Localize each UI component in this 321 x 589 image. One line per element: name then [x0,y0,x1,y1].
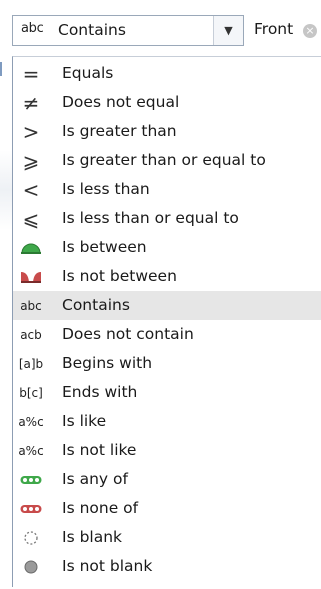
not-between-icon [13,262,49,291]
ends-with-icon: b[c] [19,385,43,400]
operator-label: Is not blank [62,557,153,575]
greater-equal-icon: ⩾ [22,148,40,173]
operator-item[interactable]: b[c] Ends with [13,378,321,407]
operator-label: Is not between [62,267,177,285]
operator-dropdown-list[interactable]: = Equals ≠ Does not equal > Is greater than ⩾ I… [12,56,321,587]
equals-icon: = [22,61,40,86]
begins-with-icon: [a]b [18,356,44,371]
less-equal-icon: ⩽ [22,206,40,231]
dropdown-arrow-button[interactable]: ▼ [213,16,243,45]
operator-label: Does not equal [62,93,180,111]
operator-label: Is any of [62,470,128,488]
clear-icon[interactable]: × [303,24,317,38]
condition-combobox[interactable]: abc Contains ▼ [12,15,244,46]
operator-label: Is blank [62,528,123,546]
less-than-icon: < [22,177,40,202]
condition-value: Contains [58,21,126,39]
background-panel-edge [0,150,12,230]
operator-item[interactable]: acb Does not contain [13,320,321,349]
is-not-blank-icon [13,552,49,581]
operator-item[interactable]: Is none of [13,494,321,523]
operator-item[interactable]: [a]b Begins with [13,349,321,378]
operator-label: Is between [62,238,147,256]
not-equal-icon: ≠ [22,90,40,115]
is-none-of-icon [13,494,49,523]
contains-icon: abc [20,298,42,313]
operator-label: Does not contain [62,325,194,343]
operator-item[interactable]: a%c Is not like [13,436,321,465]
operator-item[interactable]: < Is less than [13,175,321,204]
operator-label: Is not like [62,441,137,459]
operator-item[interactable]: Is not between [13,262,321,291]
operator-item[interactable]: = Equals [13,59,321,88]
operator-label: Ends with [62,383,138,401]
operator-item[interactable]: > Is greater than [13,117,321,146]
operator-label: Contains [62,296,130,314]
operator-item[interactable]: a%c Is like [13,407,321,436]
operator-item[interactable]: ⩽ Is less than or equal to [13,204,321,233]
filter-editor-row: abc Contains ▼ Front × [0,0,321,62]
operator-label: Equals [62,64,114,82]
greater-than-icon: > [22,119,40,144]
between-icon [13,233,49,262]
operator-label: Is none of [62,499,139,517]
operator-item[interactable]: abc Contains [13,291,321,320]
operator-label: Is like [62,412,107,430]
operator-item[interactable]: Is blank [13,523,321,552]
operator-label: Is less than or equal to [62,209,239,227]
filter-value-text[interactable]: Front [254,20,293,38]
operator-item[interactable]: Is any of [13,465,321,494]
is-any-of-icon [13,465,49,494]
is-not-like-icon: a%c [18,443,44,458]
operator-label: Is greater than [62,122,177,140]
is-blank-icon [13,523,49,552]
row-edge-marker [0,62,2,76]
operator-label: Begins with [62,354,153,372]
operator-item[interactable]: ⩾ Is greater than or equal to [13,146,321,175]
operator-label: Is greater than or equal to [62,151,266,169]
contains-icon: abc [21,21,44,36]
operator-item[interactable]: Is not blank [13,552,321,581]
does-not-contain-icon: acb [20,327,42,342]
operator-item[interactable]: ≠ Does not equal [13,88,321,117]
operator-item[interactable]: Is between [13,233,321,262]
operator-label: Is less than [62,180,150,198]
is-like-icon: a%c [18,414,44,429]
